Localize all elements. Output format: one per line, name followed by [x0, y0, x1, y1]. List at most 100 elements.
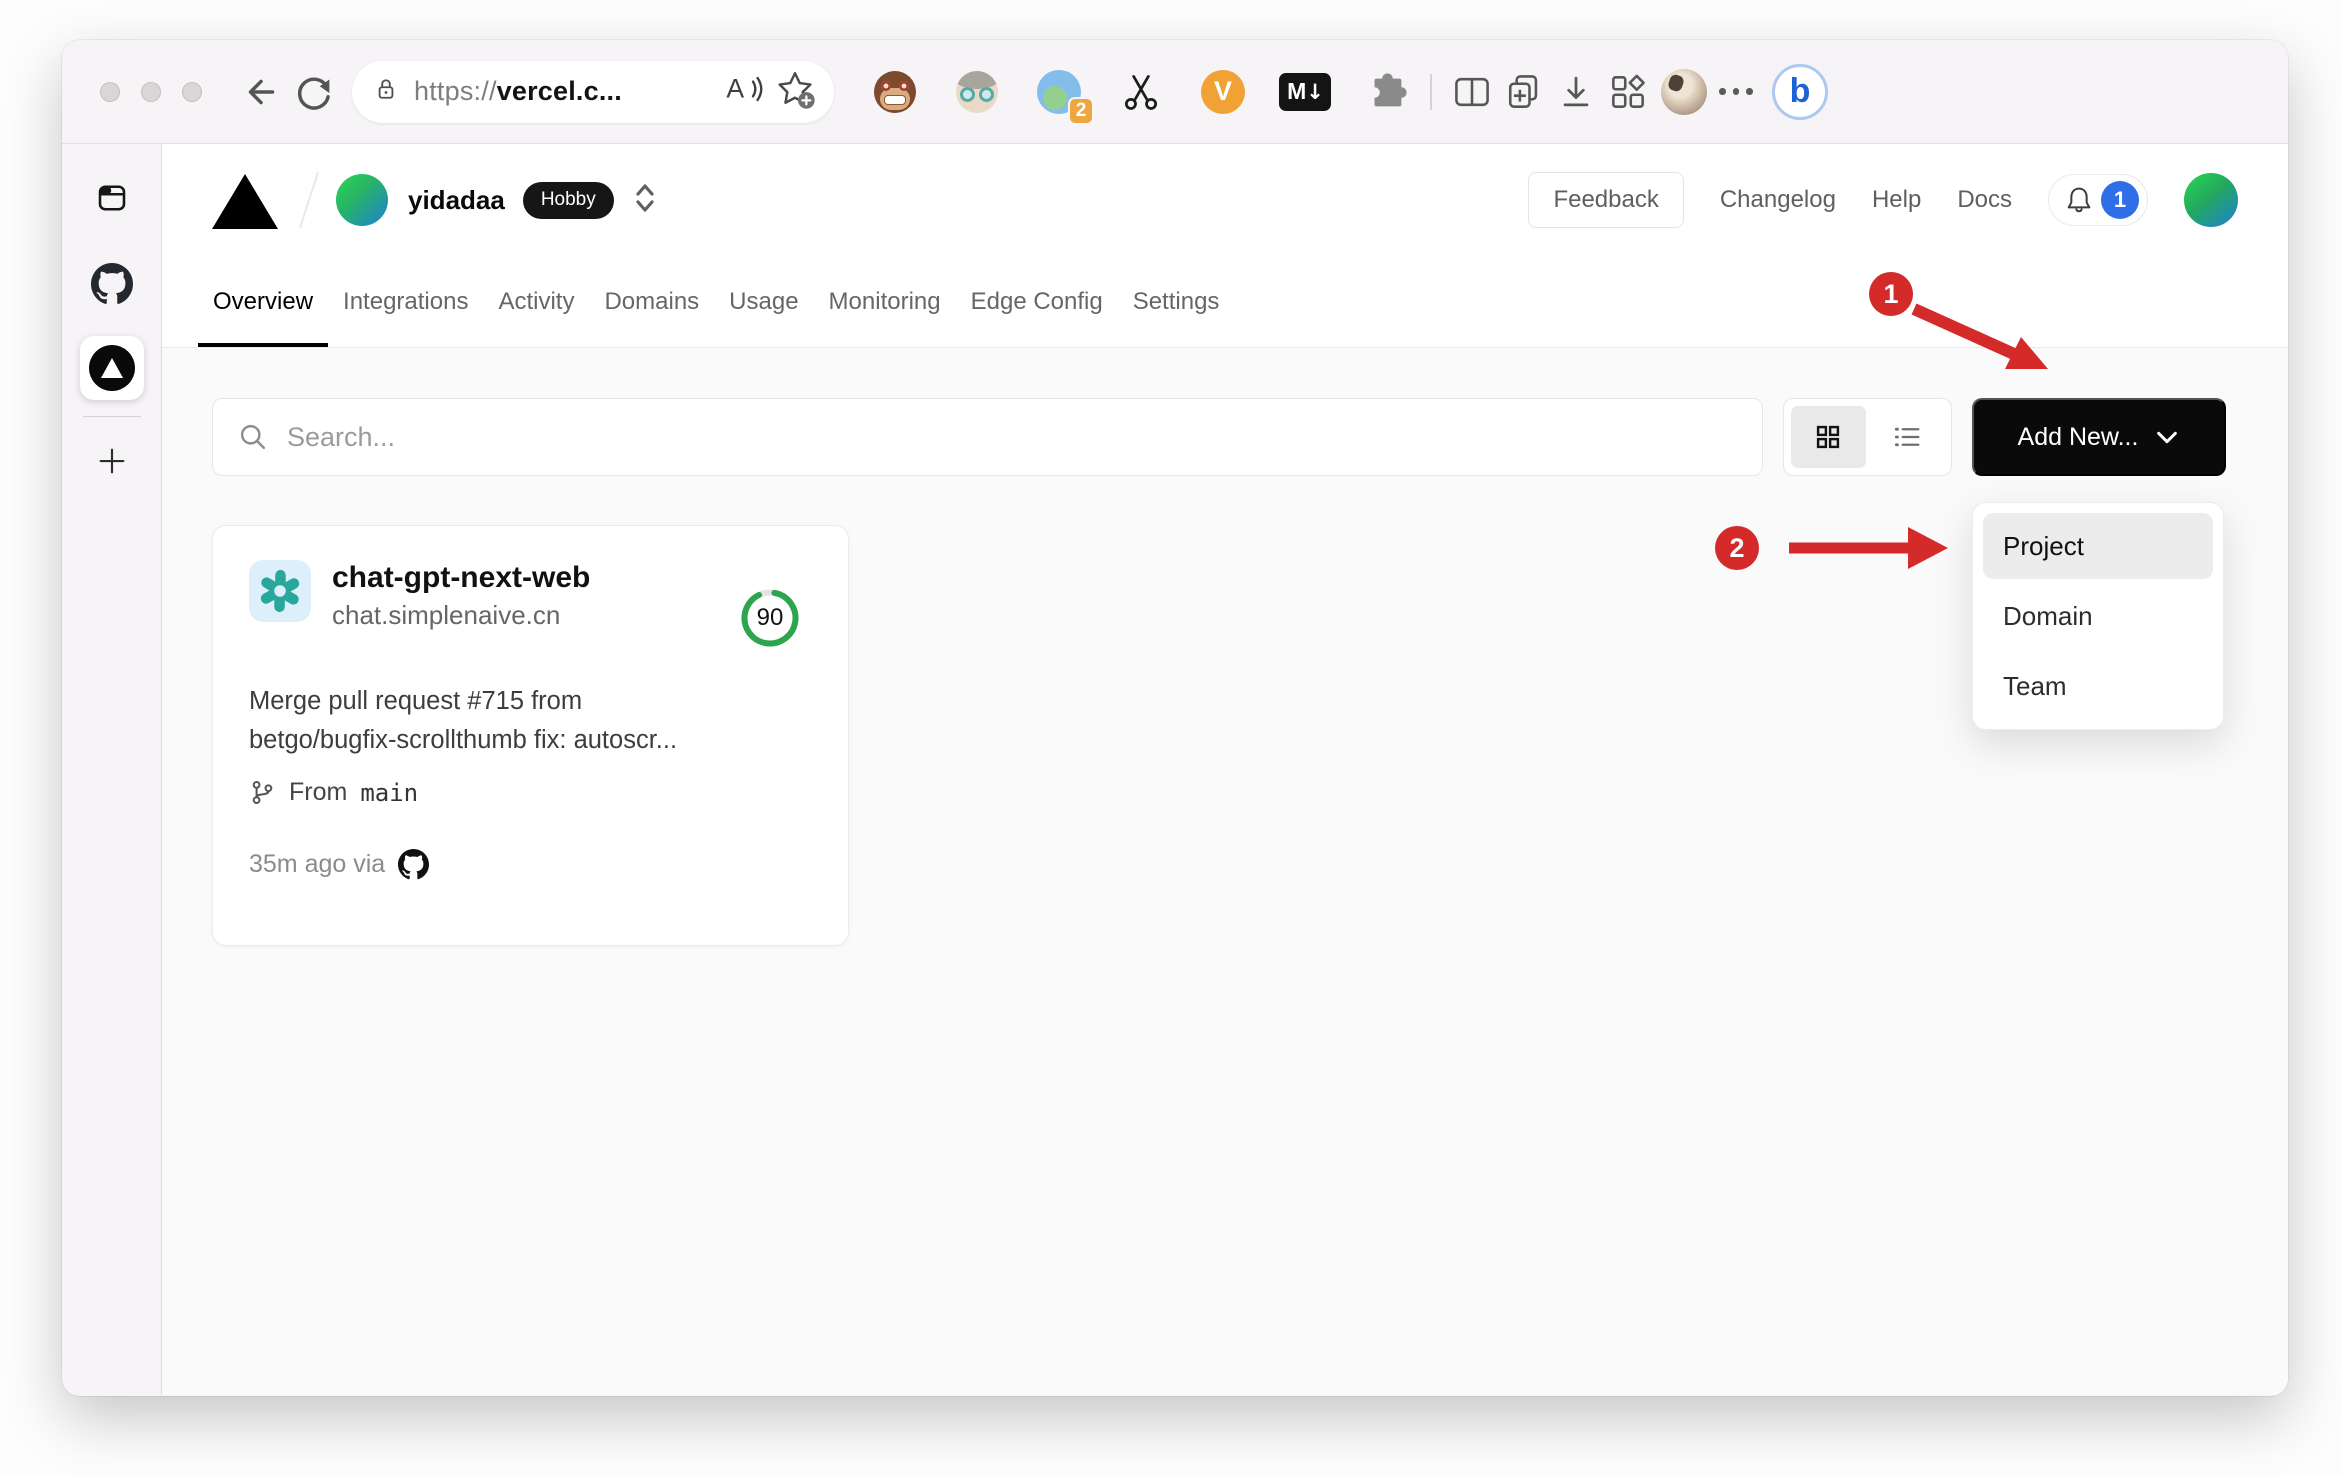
tab-settings[interactable]: Settings [1118, 256, 1235, 347]
project-title: chat-gpt-next-web [332, 561, 591, 594]
vercel-header: yidadaa Hobby Feedback Changelog Help Do… [162, 144, 2288, 256]
split-screen-button[interactable] [1446, 66, 1498, 118]
chevron-down-icon [2157, 431, 2178, 444]
vercel-favicon [88, 345, 135, 391]
plan-badge: Hobby [522, 181, 614, 219]
translate-extension-icon[interactable]: 2 [1030, 63, 1094, 125]
search-icon [240, 424, 266, 450]
branch-row: From main [249, 778, 812, 807]
dropdown-item-project[interactable]: Project [1983, 513, 2213, 579]
bell-icon [2067, 187, 2091, 213]
github-icon [398, 849, 430, 880]
tab-edge-config[interactable]: Edge Config [956, 256, 1118, 347]
url-host: vercel.c... [496, 76, 622, 106]
extensions-menu-button[interactable] [1358, 63, 1416, 121]
branch-name: main [360, 778, 419, 807]
search-box [212, 398, 1763, 476]
annotation-step-1: 1 [1869, 272, 1913, 316]
notification-count-badge: 1 [2101, 181, 2139, 219]
back-button[interactable] [236, 66, 288, 118]
view-toggle [1783, 398, 1952, 476]
commit-message: Merge pull request #715 from betgo/bugfi… [249, 687, 678, 754]
extension-bar: 2 V M ↓ [866, 63, 1416, 125]
speed-score-value: 90 [756, 604, 784, 631]
tab-overview[interactable]: Overview [198, 256, 328, 347]
url-scheme: https:// [414, 76, 497, 106]
github-icon [90, 263, 133, 304]
deployment-meta: 35m ago via [249, 849, 812, 880]
tab-integrations[interactable]: Integrations [328, 256, 483, 347]
bing-chat-button[interactable]: b [1772, 63, 1828, 120]
downloads-button[interactable] [1550, 66, 1602, 118]
back-icon [248, 79, 275, 104]
profile-avatar[interactable] [1658, 66, 1710, 118]
read-aloud-button[interactable]: A [720, 67, 764, 116]
tab-divider [82, 416, 141, 417]
github-tab[interactable] [80, 252, 144, 316]
team-name[interactable]: yidadaa [408, 185, 505, 216]
scissors-extension-icon[interactable] [1112, 63, 1170, 121]
grid-view-button[interactable] [1791, 406, 1866, 468]
add-new-dropdown: Project Domain Team [1972, 502, 2224, 730]
project-card[interactable]: chat-gpt-next-web chat.simplenaive.cn 90 [212, 525, 849, 946]
feedback-button[interactable]: Feedback [1528, 172, 1684, 228]
url-text[interactable]: https://vercel.c... [414, 76, 622, 107]
team-avatar[interactable] [336, 174, 388, 226]
tab-usage[interactable]: Usage [714, 256, 813, 347]
extension-badge: 2 [1068, 96, 1094, 125]
team-switcher-button[interactable] [630, 181, 660, 220]
annotation-step-2: 2 [1715, 526, 1759, 570]
svg-text:A: A [726, 73, 744, 103]
project-domain-link[interactable]: chat.simplenaive.cn [332, 598, 590, 632]
openai-logo-icon [260, 569, 300, 613]
vercel-tab-active[interactable] [79, 336, 144, 400]
browser-toolbar: https://vercel.c... A 2 V M ↓ b [62, 40, 2288, 144]
overview-content: Add New... [162, 348, 2288, 1395]
apps-button[interactable] [1602, 66, 1654, 118]
refresh-icon [298, 77, 330, 110]
lock-icon[interactable] [372, 75, 400, 108]
add-new-button[interactable]: Add New... [1972, 398, 2226, 476]
branch-label: From [289, 778, 348, 806]
refresh-button[interactable] [288, 66, 340, 118]
markdown-download-extension-icon[interactable]: M ↓ [1276, 63, 1334, 121]
tab-actions-button[interactable] [80, 166, 144, 230]
help-link[interactable]: Help [1872, 186, 1921, 214]
tab-monitoring[interactable]: Monitoring [814, 256, 956, 347]
git-branch-icon [252, 781, 273, 804]
vercel-tabs: Overview Integrations Activity Domains U… [162, 256, 2288, 348]
list-view-button[interactable] [1870, 406, 1945, 468]
avatar-extension-icon[interactable] [948, 63, 1006, 121]
grid-view-icon [1817, 425, 1840, 449]
docs-link[interactable]: Docs [1957, 186, 2012, 214]
tab-domains[interactable]: Domains [589, 256, 714, 347]
breadcrumb-slash [299, 172, 319, 228]
user-avatar[interactable] [2184, 173, 2238, 227]
speed-score-ring[interactable]: 90 [740, 588, 800, 648]
list-view-icon [1894, 427, 1920, 447]
toolbar-separator [1430, 73, 1432, 110]
project-icon [249, 560, 311, 622]
zoom-window-button[interactable] [182, 81, 202, 102]
close-window-button[interactable] [100, 81, 120, 102]
new-tab-button[interactable] [80, 429, 144, 493]
collections-button[interactable] [1498, 66, 1550, 118]
minimize-window-button[interactable] [141, 81, 161, 102]
dropdown-item-team[interactable]: Team [1983, 653, 2213, 719]
notifications-button[interactable]: 1 [2048, 174, 2148, 226]
screenshot-stage: https://vercel.c... A 2 V M ↓ b yidadaa … [0, 0, 2342, 1476]
dropdown-item-domain[interactable]: Domain [1983, 583, 2213, 649]
search-input[interactable] [287, 421, 1740, 453]
v-extension-icon[interactable]: V [1194, 63, 1252, 121]
tampermonkey-extension-icon[interactable] [866, 63, 924, 121]
vercel-logo[interactable] [212, 173, 278, 229]
tab-activity[interactable]: Activity [483, 256, 589, 347]
changelog-link[interactable]: Changelog [1720, 186, 1836, 214]
add-favorite-button[interactable] [774, 68, 816, 115]
browser-window: https://vercel.c... A 2 V M ↓ b yidadaa … [62, 40, 2288, 1396]
deployment-time: 35m ago via [249, 850, 386, 878]
settings-more-button[interactable] [1710, 66, 1762, 118]
address-bar[interactable]: https://vercel.c... A [352, 60, 834, 123]
vertical-tab-strip [62, 144, 162, 1395]
ellipsis-icon [1719, 88, 1753, 95]
